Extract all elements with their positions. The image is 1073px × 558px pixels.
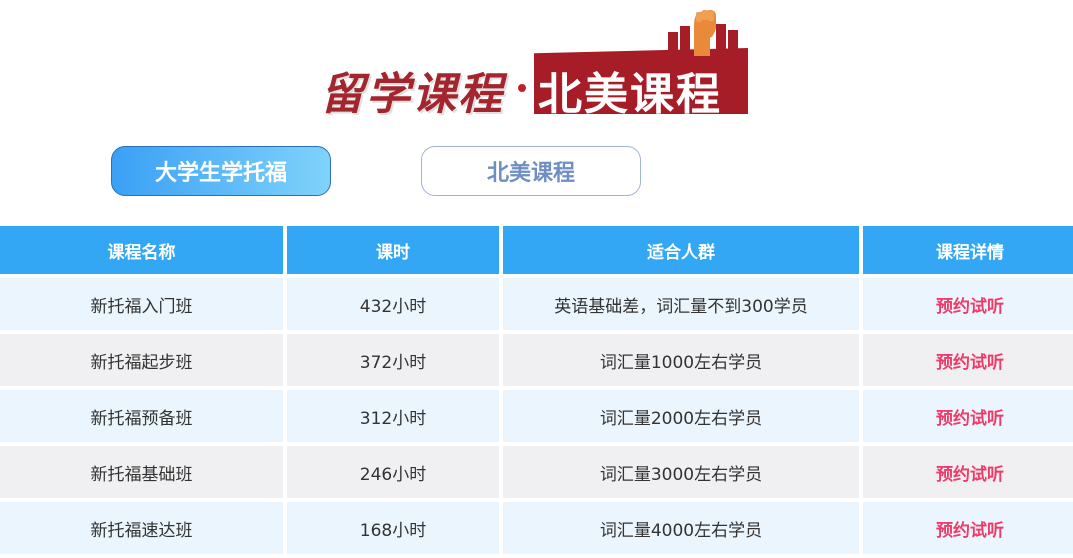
book-trial-link[interactable]: 预约试听 [936,465,1004,485]
book-trial-link[interactable]: 预约试听 [936,297,1004,317]
banner-title-left: 留学课程 [320,69,504,120]
table-row: 新托福入门班 432小时 英语基础差，词汇量不到300学员 预约试听 [0,278,1073,330]
tab-north-america-courses[interactable]: 北美课程 [421,146,641,196]
course-hours: 312小时 [287,390,499,442]
col-header-details: 课程详情 [863,226,1073,274]
page-banner: 留学课程 北美课程 [0,0,1073,130]
book-trial-cell: 预约试听 [863,390,1073,442]
course-audience: 词汇量1000左右学员 [503,334,859,386]
book-trial-link[interactable]: 预约试听 [936,409,1004,429]
table-row: 新托福预备班 312小时 词汇量2000左右学员 预约试听 [0,390,1073,442]
book-trial-cell: 预约试听 [863,278,1073,330]
book-trial-cell: 预约试听 [863,334,1073,386]
col-header-audience: 适合人群 [503,226,859,274]
course-table: 课程名称 课时 适合人群 课程详情 新托福入门班 432小时 英语基础差，词汇量… [0,222,1073,558]
book-trial-cell: 预约试听 [863,502,1073,554]
course-hours: 372小时 [287,334,499,386]
tab-university-toefl[interactable]: 大学生学托福 [111,146,331,196]
course-hours: 246小时 [287,446,499,498]
course-name: 新托福基础班 [0,446,283,498]
book-trial-link[interactable]: 预约试听 [936,521,1004,541]
banner-dot-separator [518,84,526,92]
col-header-hours: 课时 [287,226,499,274]
raised-fist-icon [668,10,738,56]
col-header-course-name: 课程名称 [0,226,283,274]
course-name: 新托福预备班 [0,390,283,442]
table-row: 新托福起步班 372小时 词汇量1000左右学员 预约试听 [0,334,1073,386]
course-audience: 英语基础差，词汇量不到300学员 [503,278,859,330]
table-row: 新托福速达班 168小时 词汇量4000左右学员 预约试听 [0,502,1073,554]
course-hours: 168小时 [287,502,499,554]
table-row: 新托福基础班 246小时 词汇量3000左右学员 预约试听 [0,446,1073,498]
table-header: 课程名称 课时 适合人群 课程详情 [0,226,1073,274]
course-audience: 词汇量3000左右学员 [503,446,859,498]
book-trial-link[interactable]: 预约试听 [936,353,1004,373]
course-audience: 词汇量2000左右学员 [503,390,859,442]
course-name: 新托福速达班 [0,502,283,554]
course-name: 新托福起步班 [0,334,283,386]
book-trial-cell: 预约试听 [863,446,1073,498]
course-hours: 432小时 [287,278,499,330]
banner-title-right: 北美课程 [538,69,722,120]
course-name: 新托福入门班 [0,278,283,330]
course-audience: 词汇量4000左右学员 [503,502,859,554]
